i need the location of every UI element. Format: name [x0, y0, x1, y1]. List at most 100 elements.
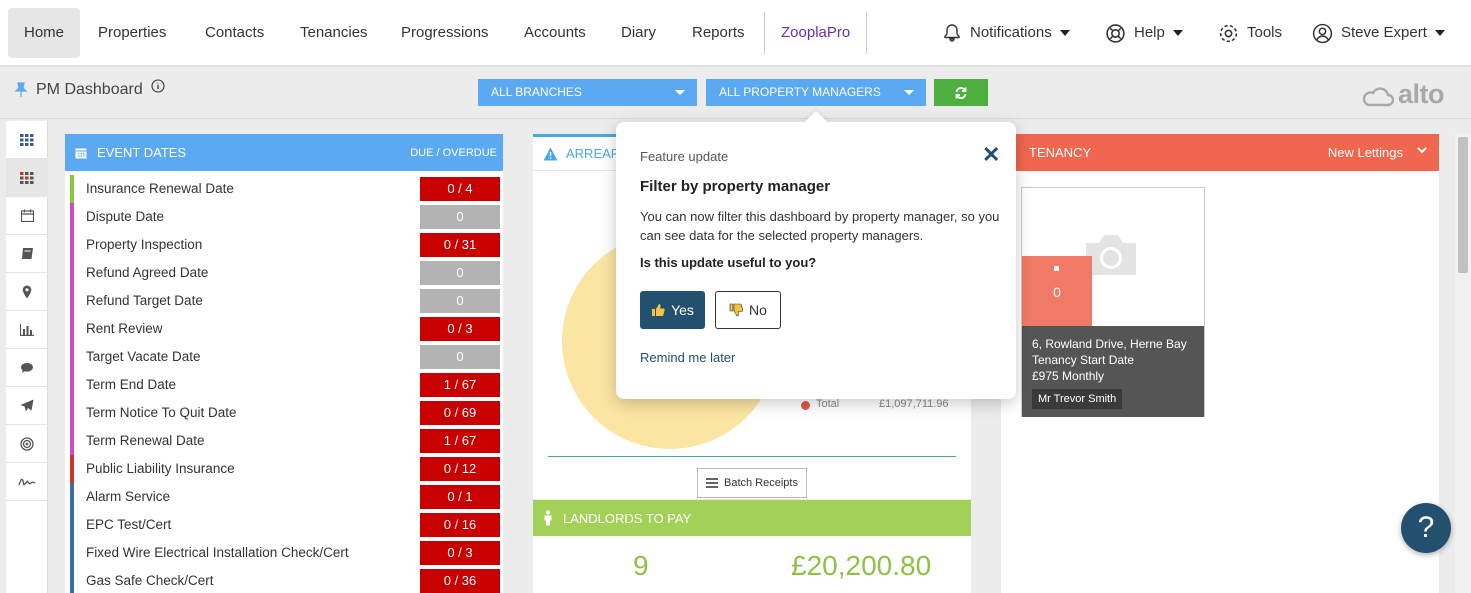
event-date-row[interactable]: Alarm Service 0 / 1 — [70, 483, 503, 511]
close-icon[interactable]: ✕ — [982, 142, 1000, 168]
yes-button[interactable]: Yes — [640, 291, 705, 329]
pin-icon[interactable] — [14, 82, 28, 98]
event-date-row[interactable]: Property Inspection 0 / 31 — [70, 231, 503, 259]
scrollbar-thumb[interactable] — [1458, 137, 1468, 273]
chevron-down-icon — [1434, 30, 1445, 36]
chevron-down-icon — [1059, 30, 1070, 36]
event-date-count-badge[interactable]: 0 / 1 — [420, 485, 500, 509]
event-date-row[interactable]: Refund Target Date 0 — [70, 287, 503, 315]
event-date-row[interactable]: Refund Agreed Date 0 — [70, 259, 503, 287]
event-date-row[interactable]: Gas Safe Check/Cert 0 / 36 — [70, 567, 503, 593]
event-date-row[interactable]: Fixed Wire Electrical Installation Check… — [70, 539, 503, 567]
top-nav: Home Properties Contacts Tenancies Progr… — [0, 0, 1471, 66]
user-name: Steve Expert — [1341, 24, 1427, 41]
send-icon — [20, 399, 34, 412]
tenancy-filter[interactable]: New Lettings — [1328, 145, 1403, 160]
branch-select[interactable]: ALL BRANCHES — [478, 79, 697, 106]
event-date-count-badge[interactable]: 0 — [420, 289, 500, 313]
nav-reports[interactable]: Reports — [676, 8, 761, 58]
event-date-row[interactable]: Public Liability Insurance 0 / 12 — [70, 455, 503, 483]
side-nav — [6, 121, 48, 593]
event-date-count-badge[interactable]: 0 / 36 — [420, 569, 500, 593]
event-date-label: Term End Date — [86, 377, 177, 392]
sidebar-item-messages[interactable] — [6, 349, 48, 387]
page-title: PM Dashboard — [14, 79, 165, 99]
branch-select-value: ALL BRANCHES — [491, 85, 582, 99]
sidebar-item-target[interactable] — [6, 425, 48, 463]
list-icon — [706, 478, 718, 488]
landlords-count[interactable]: 9 — [633, 550, 649, 582]
chevron-down-icon[interactable] — [1417, 147, 1427, 154]
calendar-icon — [75, 148, 87, 158]
tools-menu[interactable]: Tools — [1218, 8, 1282, 58]
event-date-count-badge[interactable]: 0 / 4 — [420, 177, 500, 201]
sidebar-item-dashboard[interactable] — [6, 159, 48, 197]
user-menu[interactable]: Steve Expert — [1312, 8, 1445, 58]
event-date-row[interactable]: Target Vacate Date 0 — [70, 343, 503, 371]
event-date-row[interactable]: Rent Review 0 / 3 — [70, 315, 503, 343]
sidebar-item-signature[interactable] — [6, 463, 48, 501]
nav-diary[interactable]: Diary — [605, 8, 672, 58]
property-manager-select[interactable]: ALL PROPERTY MANAGERS — [706, 79, 926, 106]
event-date-row[interactable]: Term Renewal Date 1 / 67 — [70, 427, 503, 455]
tenancy-card[interactable]: 0 6, Rowland Drive, Herne Bay Tenancy St… — [1021, 187, 1205, 417]
chevron-down-icon — [675, 90, 685, 95]
event-date-count-badge[interactable]: 0 / 31 — [420, 233, 500, 257]
event-date-row[interactable]: EPC Test/Cert 0 / 16 — [70, 511, 503, 539]
landlords-header: LANDLORDS TO PAY — [533, 500, 971, 536]
event-date-count-badge[interactable]: 1 / 67 — [420, 429, 500, 453]
chat-icon — [21, 362, 33, 373]
refresh-button[interactable] — [934, 79, 988, 106]
help-button[interactable]: ? — [1401, 503, 1451, 553]
help-label: Help — [1134, 24, 1165, 41]
event-date-count-badge[interactable]: 0 / 12 — [420, 457, 500, 481]
event-date-count-badge[interactable]: 1 / 67 — [420, 373, 500, 397]
event-date-label: Fixed Wire Electrical Installation Check… — [86, 545, 349, 560]
event-date-label: Rent Review — [86, 321, 163, 336]
event-date-label: Refund Agreed Date — [86, 265, 209, 280]
batch-receipts-button[interactable]: Batch Receipts — [697, 468, 807, 498]
sidebar-item-grid[interactable] — [6, 121, 48, 159]
grid-icon — [20, 133, 34, 146]
event-date-row[interactable]: Dispute Date 0 — [70, 203, 503, 231]
help-menu[interactable]: Help — [1105, 8, 1183, 58]
notifications-menu[interactable]: Notifications — [942, 8, 1070, 58]
nav-home[interactable]: Home — [8, 8, 81, 58]
no-label: No — [749, 302, 767, 318]
no-button[interactable]: No — [715, 291, 781, 329]
event-date-count-badge[interactable]: 0 — [420, 205, 500, 229]
event-date-label: Target Vacate Date — [86, 349, 201, 364]
event-date-row[interactable]: Insurance Renewal Date 0 / 4 — [70, 175, 503, 203]
square-icon — [1054, 266, 1059, 271]
page-scrollbar[interactable] — [1455, 134, 1471, 593]
event-date-row[interactable]: Term End Date 1 / 67 — [70, 371, 503, 399]
event-date-count-badge[interactable]: 0 / 16 — [420, 513, 500, 537]
nav-properties[interactable]: Properties — [82, 8, 182, 58]
sidebar-item-book[interactable] — [6, 235, 48, 273]
due-overdue-label: DUE / OVERDUE — [410, 146, 497, 159]
nav-tenancies[interactable]: Tenancies — [284, 8, 384, 58]
event-date-count-badge[interactable]: 0 / 3 — [420, 317, 500, 341]
nav-accounts[interactable]: Accounts — [508, 8, 602, 58]
person-icon — [544, 510, 552, 526]
event-date-count-badge[interactable]: 0 — [420, 345, 500, 369]
nav-contacts[interactable]: Contacts — [189, 8, 280, 58]
info-icon[interactable] — [151, 79, 165, 93]
nav-progressions[interactable]: Progressions — [385, 8, 505, 58]
lifebuoy-icon — [1106, 23, 1125, 43]
event-date-count-badge[interactable]: 0 / 3 — [420, 541, 500, 565]
event-date-count-badge[interactable]: 0 — [420, 261, 500, 285]
remind-later-link[interactable]: Remind me later — [640, 350, 735, 365]
landlords-amount[interactable]: £20,200.80 — [791, 550, 931, 582]
sidebar-item-send[interactable] — [6, 387, 48, 425]
sidebar-item-reports[interactable] — [6, 311, 48, 349]
event-date-label: Refund Target Date — [86, 293, 203, 308]
tenancy-event: Tenancy Start Date — [1032, 353, 1135, 367]
nav-zooplapro[interactable]: ZooplaPro — [764, 12, 868, 54]
event-date-count-badge[interactable]: 0 / 69 — [420, 401, 500, 425]
event-date-row[interactable]: Term Notice To Quit Date 0 / 69 — [70, 399, 503, 427]
sidebar-item-map[interactable] — [6, 273, 48, 311]
user-icon — [1312, 23, 1333, 43]
sidebar-item-calendar[interactable] — [6, 197, 48, 235]
thumbs-up-icon — [652, 304, 665, 316]
